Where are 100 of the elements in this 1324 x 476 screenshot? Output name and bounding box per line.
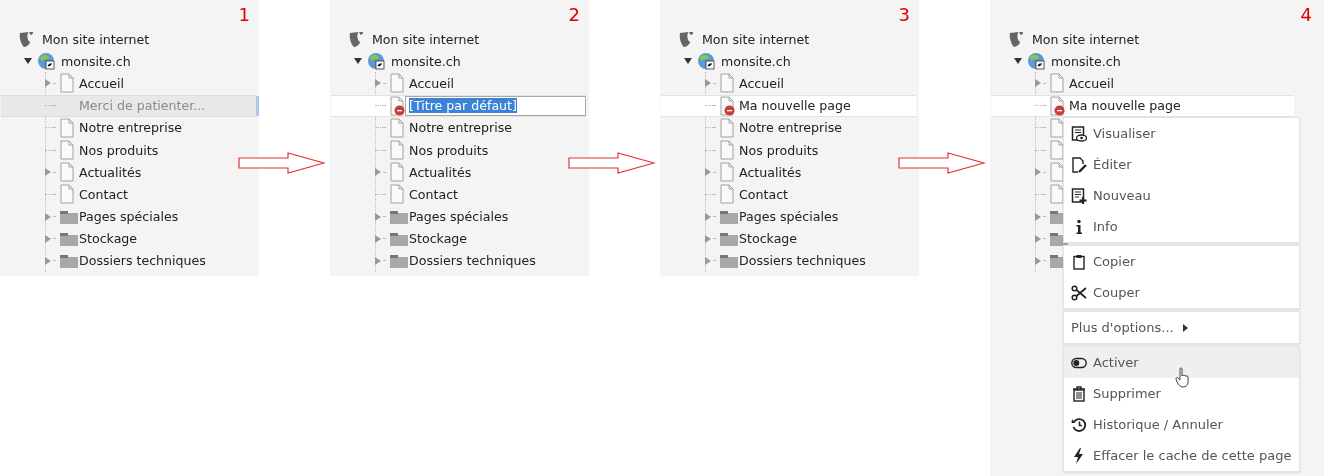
expand-caret-icon[interactable] [705,168,711,177]
tree-item[interactable]: Mon site internet [372,31,480,47]
tree-item[interactable]: Contact [739,186,788,202]
tree-item[interactable]: Dossiers techniques [409,253,536,269]
step-number: 1 [238,3,250,25]
globe-icon [367,52,385,71]
tree-item[interactable]: Nos produits [409,142,489,158]
expand-caret-icon[interactable] [375,256,381,265]
expand-caret-icon[interactable] [375,212,381,221]
tree-item[interactable]: Nos produits [739,142,819,158]
tree-item[interactable]: monsite.ch [1051,53,1121,69]
menu-item[interactable]: Éditer [1064,149,1299,180]
expand-caret-icon[interactable] [45,212,51,221]
tree-item[interactable]: Dossiers techniques [739,253,866,269]
menu-item[interactable]: Historique / Annuler [1064,409,1299,440]
page-icon [389,184,405,205]
tree-item[interactable]: Notre entreprise [739,120,842,136]
tree-item[interactable]: Accueil [409,75,454,91]
folder-icon [719,230,739,247]
page-icon [59,140,75,161]
page-icon [389,162,405,183]
tree-item[interactable]: Pages spéciales [409,209,509,225]
tree-item[interactable]: Nos produits [79,142,159,158]
step-number: 2 [568,3,580,25]
expand-caret-icon[interactable] [375,79,381,88]
expand-caret-icon[interactable] [375,168,381,177]
tree-item[interactable]: Mon site internet [1032,31,1140,47]
tree-item[interactable]: Dossiers techniques [79,253,206,269]
tree-item[interactable]: Mon site internet [702,31,810,47]
expand-caret-icon[interactable] [1035,79,1041,88]
expand-caret-icon[interactable] [45,256,51,265]
tree-item[interactable]: Notre entreprise [79,120,182,136]
tree-item[interactable]: Pages spéciales [739,209,839,225]
menu-item[interactable]: Effacer le cache de cette page [1064,440,1299,471]
collapse-caret-icon[interactable] [24,57,32,66]
copy-icon [1071,253,1087,270]
page-icon [59,73,75,94]
folder-icon [389,252,409,269]
expand-caret-icon[interactable] [45,79,51,88]
tree-item[interactable]: Actualités [409,164,472,180]
expand-caret-icon[interactable] [375,234,381,243]
tree-item[interactable]: Accueil [739,75,784,91]
new-icon [1071,187,1087,204]
history-icon [1071,416,1087,433]
menu-item[interactable]: Copier [1064,246,1299,277]
menu-item[interactable]: Plus d'options... [1064,312,1299,343]
collapse-caret-icon[interactable] [354,57,362,66]
globe-icon [1027,52,1045,71]
expand-caret-icon[interactable] [1035,168,1041,177]
expand-caret-icon[interactable] [705,79,711,88]
globe-icon [37,52,55,71]
expand-caret-icon[interactable] [45,168,51,177]
tree-item[interactable]: Contact [409,186,458,202]
collapse-caret-icon[interactable] [684,57,692,66]
page-icon [389,73,405,94]
page-title-field[interactable]: [Titre par défaut] [405,95,586,116]
edit-icon [1071,156,1087,173]
page-icon [1049,73,1065,94]
trash-icon [1071,385,1087,402]
expand-caret-icon[interactable] [1035,212,1041,221]
expand-caret-icon[interactable] [705,234,711,243]
expand-caret-icon[interactable] [705,212,711,221]
cms-logo-icon [349,30,364,48]
page-icon [719,162,735,183]
folder-icon [59,252,79,269]
page-icon [59,162,75,183]
menu-item[interactable]: Nouveau [1064,180,1299,211]
tree-item[interactable]: Actualités [79,164,142,180]
view-icon [1071,125,1087,142]
tree-item[interactable]: monsite.ch [721,53,791,69]
tree-item[interactable]: Contact [79,186,128,202]
folder-icon [719,208,739,225]
menu-item[interactable]: Visualiser [1064,118,1299,149]
tree-item[interactable]: Stockage [79,231,138,247]
tree-item[interactable]: Notre entreprise [409,120,512,136]
tree-item[interactable]: Pages spéciales [79,209,179,225]
page-icon [719,140,735,161]
expand-caret-icon[interactable] [45,234,51,243]
collapse-caret-icon[interactable] [1014,57,1022,66]
folder-icon [389,230,409,247]
tree-item[interactable]: monsite.ch [61,53,131,69]
tree-item[interactable]: monsite.ch [391,53,461,69]
tree-item[interactable]: Actualités [739,164,802,180]
tree-item[interactable]: Accueil [1069,75,1114,91]
expand-caret-icon[interactable] [1035,234,1041,243]
tree-item[interactable]: Mon site internet [42,31,150,47]
folder-icon [719,252,739,269]
cms-logo-icon [1009,30,1024,48]
menu-item[interactable]: Couper [1064,277,1299,308]
expand-caret-icon[interactable] [1035,256,1041,265]
tree-item[interactable]: Stockage [409,231,468,247]
cms-logo-icon [19,30,34,48]
menu-item[interactable]: Supprimer [1064,378,1299,409]
expand-caret-icon[interactable] [705,256,711,265]
page-icon [719,73,735,94]
menu-item[interactable]: Info [1064,211,1299,242]
page-icon [59,184,75,205]
tree-item[interactable]: Accueil [79,75,124,91]
tree-item[interactable]: Stockage [739,231,798,247]
cut-icon [1071,284,1087,301]
